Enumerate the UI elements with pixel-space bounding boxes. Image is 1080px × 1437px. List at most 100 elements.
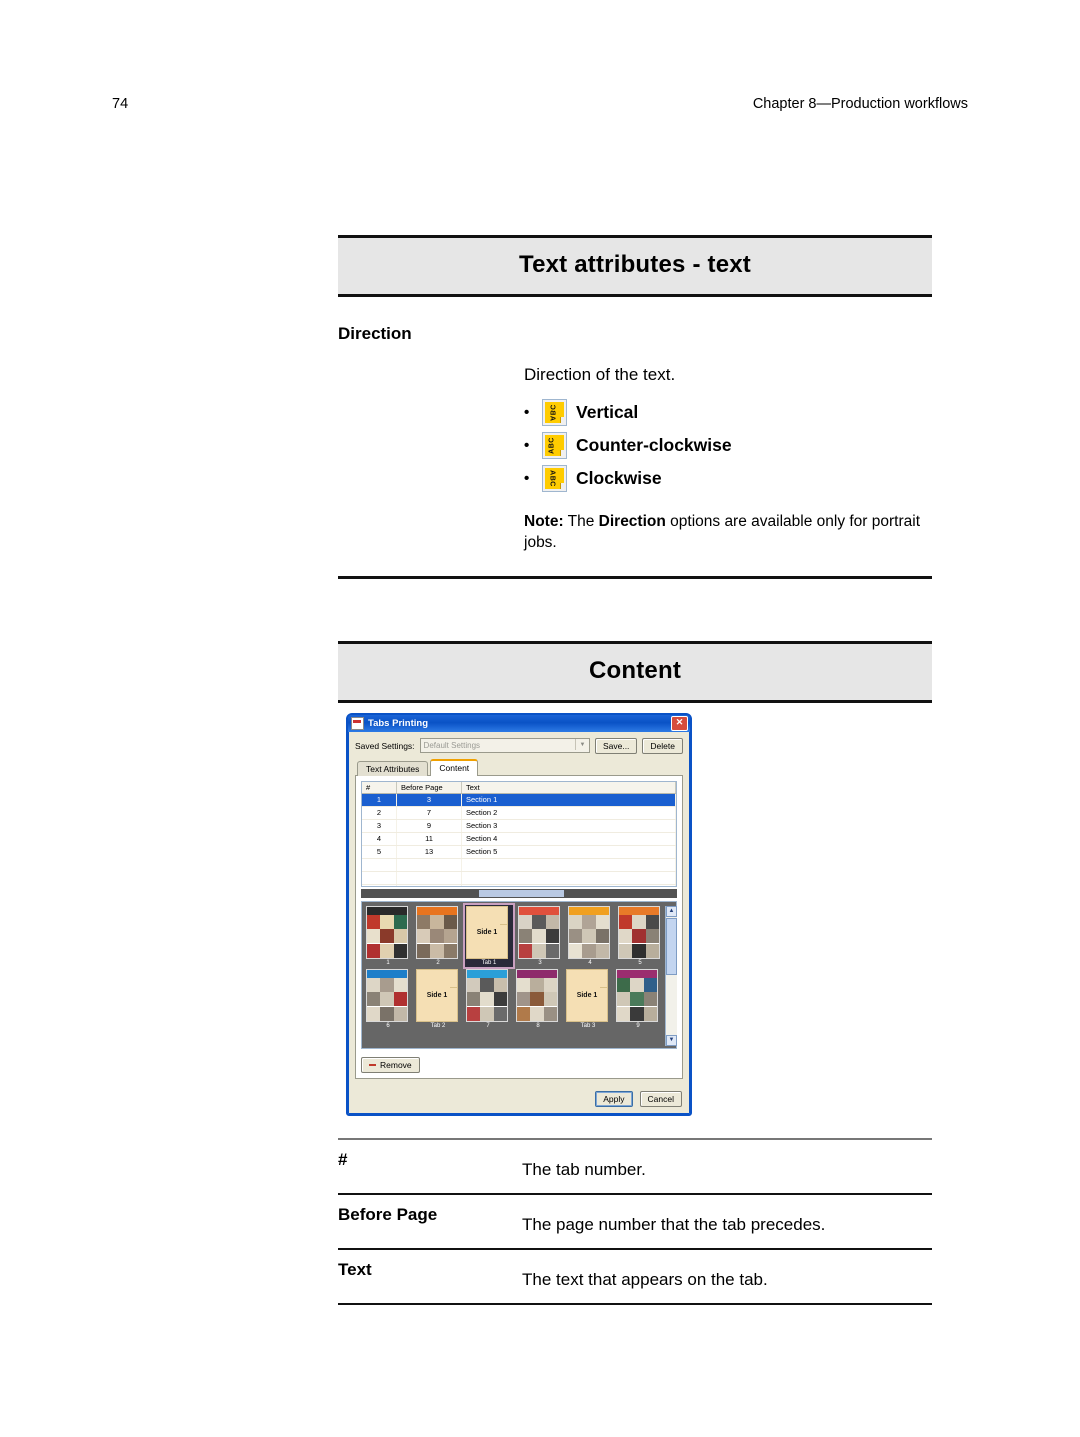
table-row[interactable]: 2 7 Section 2	[362, 806, 676, 820]
preview-row-2: 6 Side 1 Tab 2 7 8 Side 1 Tab 3 9	[366, 968, 662, 1029]
close-icon[interactable]: ✕	[671, 715, 688, 731]
direction-intro: Direction of the text.	[524, 365, 676, 384]
tab-text-vertical-icon: ABC	[542, 399, 567, 426]
definition-term: Before Page	[338, 1193, 520, 1250]
section-title-text-attributes: Text attributes - text	[338, 235, 932, 297]
scroll-up-icon[interactable]: ▲	[666, 905, 677, 917]
preview-page[interactable]: 1	[366, 905, 410, 966]
direction-option-label: Clockwise	[576, 468, 662, 488]
preview-tab-selected[interactable]: Side 1 Tab 1	[463, 902, 515, 969]
cell-before-page: 7	[396, 806, 462, 820]
grid-horizontal-scrollbar[interactable]	[361, 888, 677, 898]
definition-description: The page number that the tab precedes.	[520, 1193, 932, 1250]
cancel-button[interactable]: Cancel	[639, 1090, 682, 1107]
table-row[interactable]: 5 13 Section 5	[362, 845, 676, 859]
dialog-title: Tabs Printing	[368, 717, 428, 729]
app-icon	[351, 716, 364, 730]
direction-option-label: Counter-clockwise	[576, 435, 732, 455]
preview-page[interactable]: 2	[416, 905, 460, 966]
saved-settings-combo[interactable]: Default Settings ▼	[419, 738, 590, 754]
definition-term: #	[338, 1137, 520, 1195]
cell-text: Section 5	[461, 845, 676, 859]
scrollbar-thumb[interactable]	[666, 917, 677, 975]
preview-caption: 6	[386, 1022, 390, 1029]
scrollbar-thumb[interactable]	[479, 889, 564, 897]
minus-icon	[369, 1063, 376, 1066]
table-row-empty[interactable]	[362, 858, 676, 872]
tabs-grid[interactable]: # Before Page Text 1 3 Section 1 2 7 Sec…	[361, 780, 677, 887]
remove-button-label: Remove	[380, 1059, 412, 1070]
preview-page[interactable]: 4	[568, 905, 612, 966]
direction-note: Note: The Direction options are availabl…	[524, 512, 932, 554]
direction-options-list: • ABC Vertical • ABC Counter-clockwise •…	[524, 399, 932, 492]
table-row[interactable]: 1 3 Section 1	[362, 793, 676, 807]
preview-page[interactable]: 6	[366, 968, 410, 1029]
cell-before-page: 13	[396, 845, 462, 859]
saved-settings-value: Default Settings	[423, 741, 481, 751]
direction-block: Direction Direction of the text. • ABC V…	[338, 324, 932, 554]
cell-before-page: 3	[396, 793, 462, 807]
tabs-printing-dialog: Tabs Printing ✕ Saved Settings: Default …	[346, 712, 692, 1116]
chevron-down-icon[interactable]: ▼	[574, 739, 589, 751]
direction-option-clockwise[interactable]: • ABC Clockwise	[524, 465, 932, 492]
tab-content[interactable]: Content	[430, 758, 479, 776]
definition-description: The text that appears on the tab.	[520, 1248, 932, 1305]
scroll-down-icon[interactable]: ▼	[666, 1034, 677, 1046]
apply-button[interactable]: Apply	[595, 1090, 633, 1107]
preview-caption: 2	[436, 959, 440, 966]
direction-option-vertical[interactable]: • ABC Vertical	[524, 399, 932, 426]
preview-tab-side: Side 1	[566, 968, 608, 1022]
table-row[interactable]: 4 11 Section 4	[362, 832, 676, 846]
preview-caption: 5	[638, 959, 642, 966]
preview-page[interactable]: 9	[616, 968, 660, 1029]
page-header: 74 Chapter 8—Production workflows	[112, 96, 968, 112]
table-row[interactable]: 3 9 Section 3	[362, 819, 676, 833]
grid-col-before-page[interactable]: Before Page	[396, 781, 462, 794]
note-term: Direction	[598, 513, 666, 530]
preview-vertical-scrollbar[interactable]: ▲ ▼	[665, 905, 677, 1046]
cell-before-page: 9	[396, 819, 462, 833]
cell-text: Section 2	[461, 806, 676, 820]
tab-text-attributes[interactable]: Text Attributes	[357, 760, 429, 776]
note-lead: The	[563, 513, 599, 530]
content-definitions-table: # The tab number. Before Page The page n…	[338, 1137, 932, 1305]
cell-text: Section 1	[461, 793, 676, 807]
note-label: Note:	[524, 513, 564, 530]
preview-page[interactable]: 5	[618, 905, 662, 966]
definition-description: The tab number.	[520, 1137, 932, 1195]
preview-caption: Tab 3	[580, 1022, 596, 1029]
cell-text: Section 3	[461, 819, 676, 833]
saved-settings-row: Saved Settings: Default Settings ▼ Save.…	[355, 737, 683, 754]
cell-number: 3	[362, 819, 397, 833]
tab-text-counter-clockwise-icon: ABC	[542, 432, 567, 459]
table-row: Text The text that appears on the tab.	[338, 1248, 932, 1305]
preview-page[interactable]: 7	[466, 968, 510, 1029]
table-row: Before Page The page number that the tab…	[338, 1193, 932, 1250]
saved-settings-label: Saved Settings:	[355, 740, 415, 751]
direction-option-counter-clockwise[interactable]: • ABC Counter-clockwise	[524, 432, 932, 459]
grid-col-text[interactable]: Text	[461, 781, 676, 794]
save-button[interactable]: Save...	[594, 737, 638, 754]
content-tab-panel: # Before Page Text 1 3 Section 1 2 7 Sec…	[355, 774, 683, 1079]
grid-header-row: # Before Page Text	[362, 781, 676, 794]
grid-col-number[interactable]: #	[362, 781, 397, 794]
table-row-empty[interactable]	[362, 871, 676, 885]
table-row: # The tab number.	[338, 1137, 932, 1195]
subhead-direction: Direction	[338, 324, 412, 343]
direction-option-label: Vertical	[576, 402, 639, 422]
preview-caption: 4	[588, 959, 592, 966]
delete-button[interactable]: Delete	[642, 737, 683, 754]
preview-page[interactable]: 3	[518, 905, 562, 966]
remove-button[interactable]: Remove	[361, 1056, 420, 1073]
preview-tab-side: Side 1	[416, 968, 458, 1022]
section-title-content: Content	[338, 640, 932, 703]
table-row-empty[interactable]	[362, 884, 676, 886]
preview-page[interactable]: 8	[516, 968, 560, 1029]
dialog-titlebar[interactable]: Tabs Printing ✕	[348, 714, 690, 732]
preview-caption: Tab 2	[430, 1022, 446, 1029]
cell-number: 5	[362, 845, 397, 859]
preview-tab-side: Side 1	[466, 905, 508, 959]
preview-tab[interactable]: Side 1 Tab 3	[566, 968, 610, 1029]
page-number: 74	[112, 96, 129, 112]
preview-tab[interactable]: Side 1 Tab 2	[416, 968, 460, 1029]
